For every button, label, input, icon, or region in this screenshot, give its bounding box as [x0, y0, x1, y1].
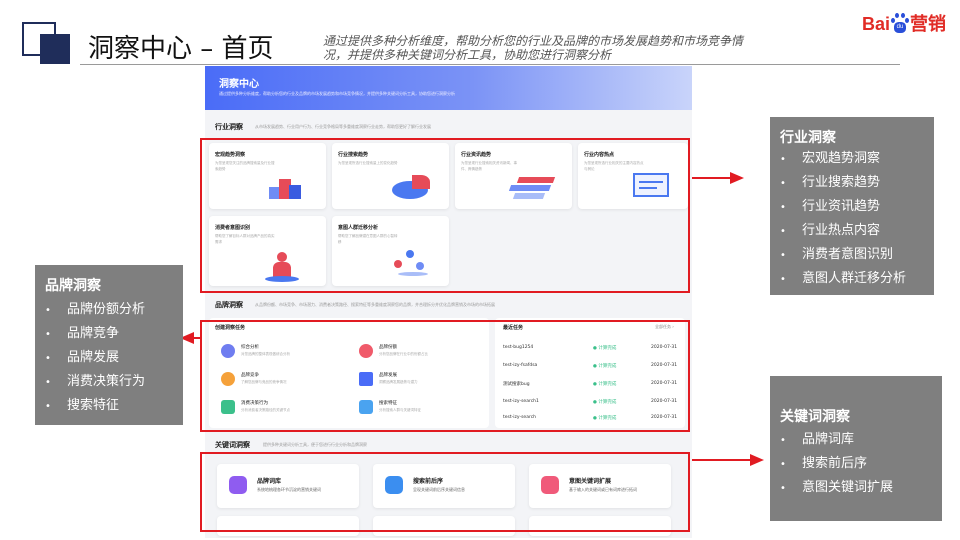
industry-callout: 行业洞察 • 宏观趋势洞察 • 行业搜索趋势 • 行业资讯趋势 • 行业热点内容 • 消费… [770, 117, 934, 295]
header-divider [80, 64, 900, 65]
list-item: • 品牌份额分析 [45, 302, 146, 317]
list-item: • 品牌竞争 [45, 326, 120, 341]
industry-section-title: 行业洞察 [215, 123, 243, 131]
keyword-section-title: 关键词洞察 [215, 441, 250, 449]
industry-arrow-head [730, 172, 744, 184]
list-item: • 意图关键词扩展 [780, 480, 894, 495]
banner-desc: 通过提供多种分析维度，帮助分析您的行业及品牌的市场发展趋势和市场竞争情况，并提供… [219, 91, 455, 96]
list-item: • 意图人群迁移分析 [780, 271, 907, 286]
list-item: • 品牌发展 [45, 350, 120, 365]
brand-callout-title: 品牌洞察 [45, 278, 101, 294]
brand-section-title: 品牌洞察 [215, 301, 243, 309]
industry-section-desc: 从市场发展趋势、行业用户行为、行业竞争格局等多重维度洞察行业走势，帮助您更好了解… [255, 124, 431, 129]
baidu-paw-icon: du [890, 13, 910, 33]
industry-callout-title: 行业洞察 [780, 130, 836, 146]
industry-callout-list: • 宏观趋势洞察 • 行业搜索趋势 • 行业资讯趋势 • 行业热点内容 • 消费者意图识别… [780, 147, 906, 291]
industry-arrow-line [692, 177, 732, 179]
list-item: • 品牌词库 [780, 432, 855, 447]
page-title: 洞察中心 – 首页 [88, 34, 274, 64]
keyword-arrow-head [750, 454, 764, 466]
keyword-section-desc: 提供多种关键词分析工具，便于您进行行业分析和品牌洞察 [263, 442, 367, 447]
baidu-marketing-logo: Bai du 营销 [862, 13, 947, 35]
brand-callout-list: • 品牌份额分析 • 品牌竞争 • 品牌发展 • 消费决策行为 • 搜索特征 [45, 298, 145, 418]
list-item: • 搜索前后序 [780, 456, 868, 471]
keyword-callout-title: 关键词洞察 [780, 409, 850, 425]
list-item: • 行业热点内容 [780, 223, 881, 238]
list-item: • 搜索特征 [45, 398, 120, 413]
keyword-arrow-line [692, 459, 752, 461]
brand-highlight-box [200, 320, 690, 432]
keyword-highlight-box [200, 452, 690, 532]
keyword-callout-list: • 品牌词库 • 搜索前后序 • 意图关键词扩展 [780, 428, 893, 500]
brand-callout: 品牌洞察 • 品牌份额分析 • 品牌竞争 • 品牌发展 • 消费决策行为 • 搜索特征 [35, 265, 183, 425]
brand-section-desc: 从品牌份额、市场竞争、市场潜力、消费者决策路径、搜索特征等多重维度洞察您的品牌，… [255, 302, 495, 307]
banner-title: 洞察中心 [219, 79, 259, 90]
list-item: • 行业资讯趋势 [780, 199, 881, 214]
banner: 洞察中心 通过提供多种分析维度，帮助分析您的行业及品牌的市场发展趋势和市场竞争情… [205, 66, 692, 110]
industry-highlight-box [200, 138, 690, 293]
page-description: 通过提供多种分析维度，帮助分析您的行业及品牌的市场发展趋势和市场竞争情况，并提供… [323, 34, 744, 62]
keyword-callout: 关键词洞察 • 品牌词库 • 搜索前后序 • 意图关键词扩展 [770, 376, 942, 521]
list-item: • 行业搜索趋势 [780, 175, 881, 190]
list-item: • 消费决策行为 [45, 374, 146, 389]
list-item: • 宏观趋势洞察 [780, 151, 881, 166]
header-square-filled [40, 34, 70, 64]
list-item: • 消费者意图识别 [780, 247, 894, 262]
